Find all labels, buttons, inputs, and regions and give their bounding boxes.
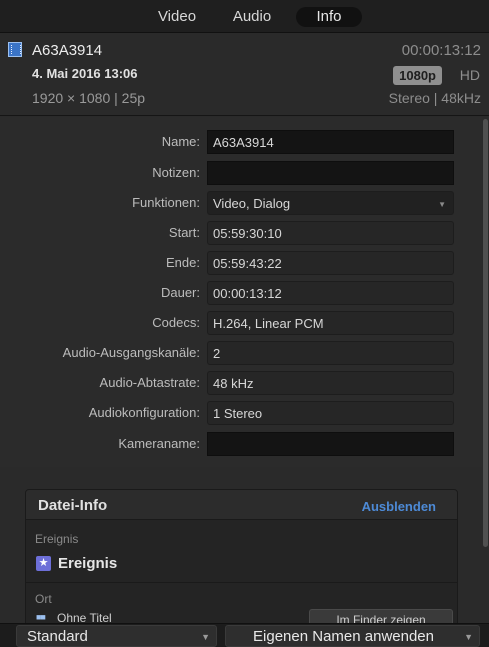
clip-date: 4. Mai 2016 13:06 — [32, 66, 138, 81]
clip-resolution: 1920 × 1080 | 25p — [32, 90, 146, 106]
name-input[interactable]: A63A3914 — [207, 130, 454, 154]
tab-info[interactable]: Info — [296, 7, 362, 27]
field-row-end: Ende: 05:59:43:22 — [0, 249, 482, 277]
apply-custom-name-label: Eigenen Namen anwenden — [253, 628, 434, 645]
field-row-sample-rate: Audio-Abtastrate: 48 kHz — [0, 369, 482, 397]
hide-button[interactable]: Ausblenden — [362, 499, 436, 514]
codecs-value: H.264, Linear PCM — [207, 311, 454, 335]
field-label: Dauer: — [160, 285, 200, 300]
field-label: Funktionen: — [132, 195, 200, 210]
clip-header: A63A3914 4. Mai 2016 13:06 1920 × 1080 |… — [0, 33, 489, 116]
field-label: Start: — [168, 225, 200, 240]
scrollbar-thumb[interactable] — [483, 119, 488, 547]
clip-timecode: 00:00:13:12 — [401, 42, 481, 59]
field-label: Codecs: — [152, 315, 200, 330]
duration-value: 00:00:13:12 — [207, 281, 454, 305]
field-label: Audiokonfiguration: — [88, 405, 200, 420]
hd-label: HD — [459, 67, 480, 83]
field-row-roles: Funktionen: Video, Dialog ▼ — [0, 189, 482, 217]
audio-info: Stereo | 48kHz — [388, 90, 481, 106]
divider — [26, 582, 457, 583]
tab-audio[interactable]: Audio — [225, 7, 279, 27]
chevron-down-icon: ▼ — [464, 632, 473, 642]
location-label: Ort — [35, 592, 52, 606]
field-row-duration: Dauer: 00:00:13:12 — [0, 279, 482, 307]
chevron-down-icon: ▼ — [438, 200, 446, 209]
format-badge: 1080p — [393, 66, 442, 85]
chevron-down-icon: ▼ — [201, 632, 210, 642]
audio-config-value: 1 Stereo — [207, 401, 454, 425]
field-row-camera-name: Kameraname: — [0, 430, 482, 458]
library-icon: ■■ — [36, 612, 46, 622]
field-row-audio-channels: Audio-Ausgangskanäle: 2 — [0, 339, 482, 367]
audio-channels-value: 2 — [207, 341, 454, 365]
roles-dropdown[interactable]: Video, Dialog ▼ — [207, 191, 454, 215]
event-value: Ereignis — [58, 555, 118, 572]
event-label: Ereignis — [35, 532, 79, 546]
field-row-codecs: Codecs: H.264, Linear PCM — [0, 309, 482, 337]
inspector-tab-bar: Video Audio Info — [0, 0, 489, 33]
start-value: 05:59:30:10 — [207, 221, 454, 245]
apply-custom-name-popup[interactable]: Eigenen Namen anwenden ▼ — [225, 625, 480, 647]
file-info-header: Datei-Info Ausblenden — [26, 490, 457, 520]
bottom-bar: Standard ▼ Eigenen Namen anwenden ▼ — [0, 623, 489, 647]
field-label: Name: — [161, 134, 200, 149]
file-info-title: Datei-Info — [38, 497, 108, 514]
field-label: Notizen: — [152, 165, 200, 180]
file-info-panel: Datei-Info Ausblenden Ereignis ★ Ereigni… — [25, 489, 458, 629]
metadata-view-popup[interactable]: Standard ▼ — [16, 625, 217, 647]
end-value: 05:59:43:22 — [207, 251, 454, 275]
scrollbar[interactable] — [482, 117, 489, 623]
metadata-fields: Name: A63A3914 Notizen: Funktionen: Vide… — [0, 117, 482, 467]
notes-input[interactable] — [207, 161, 454, 185]
metadata-view-label: Standard — [27, 628, 88, 645]
field-row-audio-config: Audiokonfiguration: 1 Stereo — [0, 399, 482, 427]
clip-name: A63A3914 — [32, 42, 103, 59]
field-row-notes: Notizen: — [0, 159, 482, 187]
event-star-icon: ★ — [36, 556, 51, 571]
field-label: Kameraname: — [118, 436, 200, 451]
camera-name-input[interactable] — [207, 432, 454, 456]
video-clip-icon — [8, 42, 22, 57]
roles-dropdown-value: Video, Dialog — [213, 196, 291, 211]
field-label: Ende: — [166, 255, 200, 270]
sample-rate-value: 48 kHz — [207, 371, 454, 395]
field-label: Audio-Abtastrate: — [99, 375, 200, 390]
field-row-name: Name: A63A3914 — [0, 128, 482, 156]
tab-video[interactable]: Video — [150, 7, 204, 27]
field-row-start: Start: 05:59:30:10 — [0, 219, 482, 247]
field-label: Audio-Ausgangskanäle: — [62, 345, 200, 360]
